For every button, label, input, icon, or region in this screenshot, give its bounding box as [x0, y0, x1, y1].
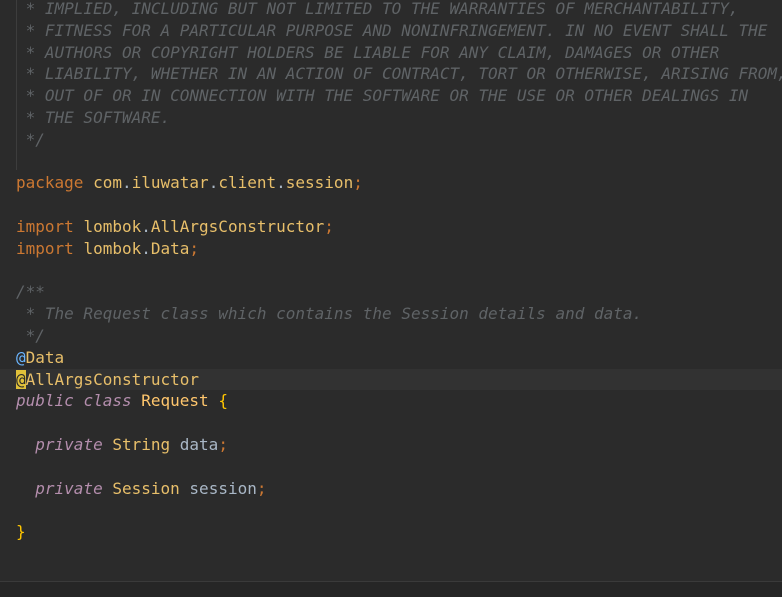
- comment-line: * LIABILITY, WHETHER IN AN ACTION OF CON…: [16, 64, 782, 84]
- import-name: AllArgsConstructor: [150, 216, 325, 236]
- javadoc-line: /**: [16, 282, 45, 302]
- import-package: lombok: [83, 238, 142, 258]
- annotation-line: @Data: [0, 347, 782, 369]
- code-area[interactable]: * IMPLIED, INCLUDING BUT NOT LIMITED TO …: [0, 0, 782, 543]
- annotation-line-current[interactable]: @AllArgsConstructor: [0, 368, 782, 391]
- package-part: client: [218, 173, 277, 193]
- field-name: session: [189, 478, 257, 498]
- at-symbol: @: [16, 347, 26, 367]
- open-brace: {: [218, 391, 228, 411]
- import-keyword: import: [16, 238, 74, 258]
- javadoc-line: */: [16, 325, 45, 345]
- comment-line: * FITNESS FOR A PARTICULAR PURPOSE AND N…: [16, 20, 768, 40]
- comment-line: * AUTHORS OR COPYRIGHT HOLDERS BE LIABLE…: [16, 42, 720, 62]
- comment-line: * THE SOFTWARE.: [16, 107, 171, 127]
- comment-line: */: [16, 129, 45, 149]
- annotation-name: Data: [25, 347, 65, 367]
- field-type: Session: [112, 478, 180, 498]
- package-part: iluwatar: [131, 173, 209, 193]
- package-part: session: [285, 173, 354, 193]
- status-bar: [0, 581, 782, 597]
- package-keyword: package: [16, 173, 84, 193]
- import-statement: import lombok.Data;: [16, 238, 200, 258]
- class-name: Request: [141, 391, 209, 411]
- import-statement: import lombok.AllArgsConstructor;: [16, 216, 334, 236]
- javadoc-line: * The Request class which contains the S…: [16, 304, 643, 324]
- field-modifier: private: [35, 478, 103, 498]
- field-modifier: private: [35, 434, 103, 454]
- close-brace: }: [16, 522, 26, 542]
- field-name: data: [179, 434, 219, 454]
- field-declaration: private String data;: [35, 434, 228, 454]
- class-declaration: public class Request {: [0, 390, 782, 412]
- class-closing: }: [0, 521, 782, 543]
- import-package: lombok: [83, 216, 142, 236]
- code-editor[interactable]: * IMPLIED, INCLUDING BUT NOT LIMITED TO …: [0, 0, 782, 597]
- field-declaration: private Session session;: [35, 478, 267, 498]
- comment-line: * IMPLIED, INCLUDING BUT NOT LIMITED TO …: [16, 0, 739, 18]
- import-keyword: import: [16, 216, 74, 236]
- annotation-name: AllArgsConstructor: [25, 369, 200, 389]
- class-keyword: class: [83, 391, 132, 411]
- field-type: String: [112, 434, 171, 454]
- import-name: Data: [150, 238, 190, 258]
- text-cursor: @: [16, 369, 26, 389]
- package-part: com: [93, 173, 122, 193]
- class-modifier: public: [16, 391, 74, 411]
- comment-line: * OUT OF OR IN CONNECTION WITH THE SOFTW…: [16, 86, 749, 106]
- package-declaration: package com.iluwatar.client.session;: [16, 173, 363, 193]
